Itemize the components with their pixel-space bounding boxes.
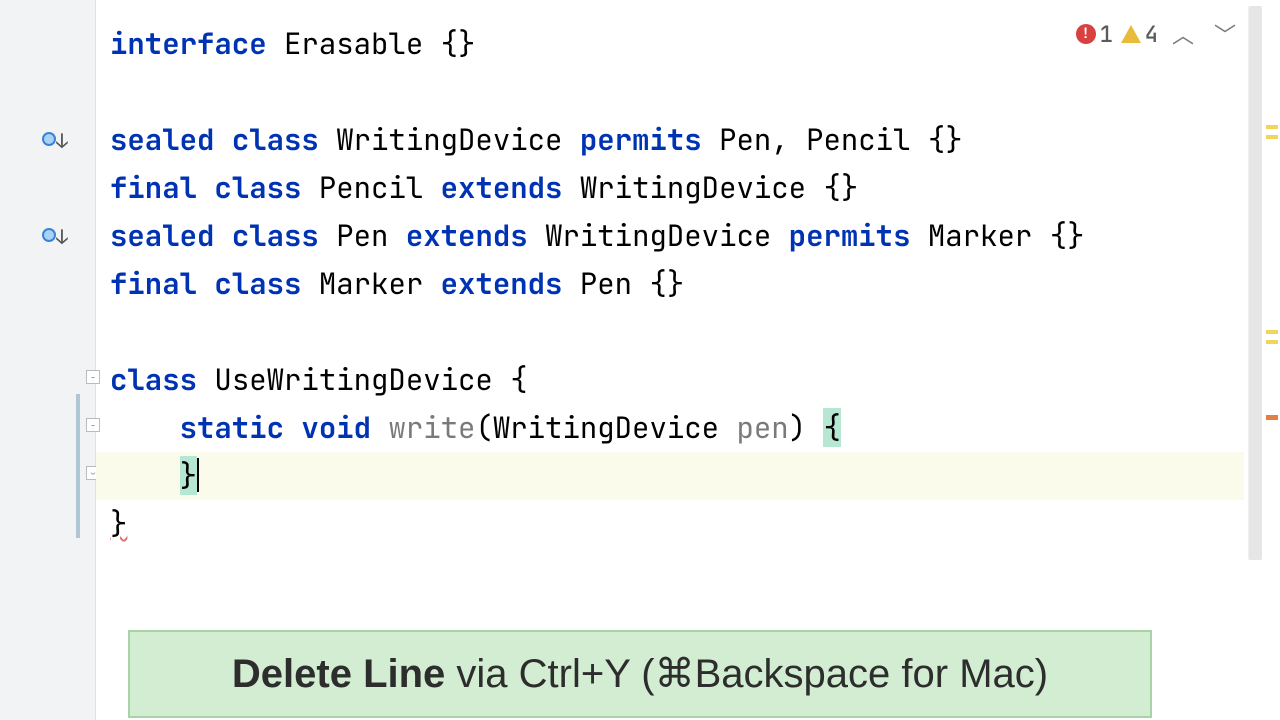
- hint-via: via Ctrl+Y (: [445, 652, 654, 696]
- cmd-key-icon: ⌘: [655, 652, 695, 696]
- inspection-widget[interactable]: ! 1 4 ︿ ﹀: [1076, 18, 1242, 50]
- error-stripe-mark[interactable]: [1266, 135, 1278, 139]
- vcs-modified-marker: [76, 394, 80, 538]
- code-line[interactable]: }: [110, 500, 1280, 548]
- warning-indicator[interactable]: 4: [1121, 20, 1158, 49]
- gutter: ↓ ↓ − − ⌃: [0, 0, 96, 720]
- code-editor[interactable]: interface Erasable {} sealed class Writi…: [96, 0, 1280, 720]
- hint-tail: for Mac): [890, 652, 1048, 696]
- error-icon: !: [1076, 24, 1096, 44]
- error-indicator[interactable]: ! 1: [1076, 20, 1113, 49]
- scrollbar[interactable]: [1248, 6, 1262, 560]
- error-stripe-mark[interactable]: [1266, 340, 1278, 344]
- warning-count: 4: [1145, 20, 1158, 49]
- hint-action: Delete Line: [232, 652, 445, 696]
- code-line[interactable]: sealed class WritingDevice permits Pen, …: [110, 116, 1280, 164]
- caret: [197, 458, 199, 492]
- scrollbar-thumb[interactable]: [1249, 6, 1262, 560]
- code-line-blank[interactable]: [110, 308, 1280, 356]
- code-line-blank[interactable]: [110, 68, 1280, 116]
- code-line[interactable]: static void write(WritingDevice pen) {: [110, 404, 1280, 452]
- prev-highlight-icon[interactable]: ︿: [1166, 18, 1200, 50]
- error-stripe-mark[interactable]: [1266, 125, 1278, 129]
- down-arrow-icon: ↓: [56, 128, 68, 154]
- hint-mac-rest: Backspace: [695, 652, 891, 696]
- code-line[interactable]: final class Pencil extends WritingDevice…: [110, 164, 1280, 212]
- error-stripe-mark[interactable]: [1266, 330, 1278, 334]
- next-highlight-icon[interactable]: ﹀: [1208, 18, 1242, 50]
- warning-icon: [1121, 25, 1141, 43]
- editor-wrapper: ↓ ↓ − − ⌃ interface Erasable {} sealed c…: [0, 0, 1280, 720]
- code-line[interactable]: sealed class Pen extends WritingDevice p…: [110, 212, 1280, 260]
- code-line-current[interactable]: }: [96, 452, 1244, 500]
- code-line[interactable]: class UseWritingDevice {: [110, 356, 1280, 404]
- code-line[interactable]: final class Marker extends Pen {}: [110, 260, 1280, 308]
- error-count: 1: [1100, 20, 1113, 49]
- down-arrow-icon: ↓: [56, 224, 68, 250]
- error-stripe-mark[interactable]: [1266, 415, 1278, 420]
- marker-strip[interactable]: [1264, 0, 1280, 720]
- shortcut-hint-banner: Delete Line via Ctrl+Y (⌘Backspace for M…: [128, 630, 1152, 718]
